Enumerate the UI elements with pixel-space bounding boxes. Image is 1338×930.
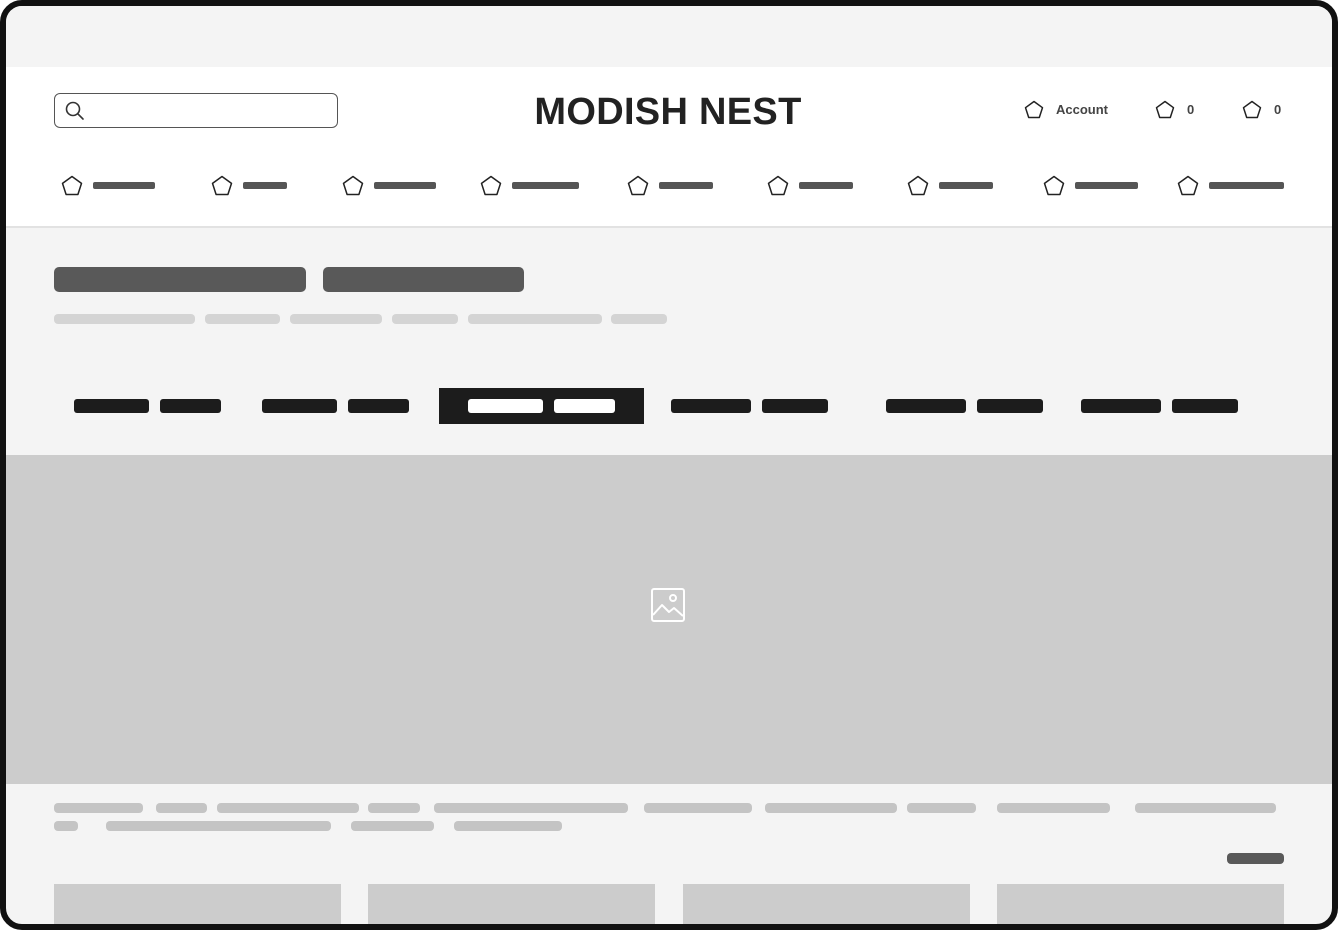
breadcrumb-item[interactable] xyxy=(205,314,280,324)
nav-label-placeholder xyxy=(93,182,155,189)
pentagon-icon xyxy=(907,175,929,196)
pentagon-icon xyxy=(480,175,502,196)
cart-icon xyxy=(1242,100,1262,119)
tab-label-placeholder xyxy=(160,399,221,413)
tab-label-placeholder xyxy=(1172,399,1238,413)
site-header: MODISH NEST Account 0 0 xyxy=(6,67,1332,228)
text-line-placeholder xyxy=(434,803,628,813)
pentagon-icon xyxy=(627,175,649,196)
text-line-placeholder xyxy=(106,821,331,831)
nav-item-1[interactable] xyxy=(61,175,155,196)
brand-logo[interactable]: MODISH NEST xyxy=(466,91,870,134)
tab-label-placeholder xyxy=(977,399,1043,413)
nav-label-placeholder xyxy=(659,182,713,189)
search-input[interactable] xyxy=(54,93,338,128)
tab-label-placeholder xyxy=(348,399,409,413)
breadcrumb-item[interactable] xyxy=(54,314,195,324)
nav-label-placeholder xyxy=(512,182,579,189)
tab-1[interactable] xyxy=(74,388,221,424)
tab-label-placeholder xyxy=(262,399,337,413)
nav-item-9[interactable] xyxy=(1177,175,1284,196)
tab-4[interactable] xyxy=(671,388,828,424)
nav-label-placeholder xyxy=(939,182,993,189)
nav-item-7[interactable] xyxy=(907,175,993,196)
pentagon-icon xyxy=(342,175,364,196)
page-title-placeholder xyxy=(54,267,306,292)
tab-label-placeholder xyxy=(671,399,751,413)
tab-5[interactable] xyxy=(886,388,1043,424)
text-line-placeholder xyxy=(907,803,976,813)
text-line-placeholder xyxy=(997,803,1110,813)
account-label: Account xyxy=(1056,102,1108,117)
wishlist-icon xyxy=(1155,100,1175,119)
text-line-placeholder xyxy=(1135,803,1276,813)
nav-item-2[interactable] xyxy=(211,175,287,196)
wishlist-link[interactable]: 0 xyxy=(1155,100,1194,119)
tab-label-placeholder xyxy=(762,399,828,413)
search-icon xyxy=(65,101,84,120)
breadcrumb-item[interactable] xyxy=(468,314,602,324)
tab-label-placeholder xyxy=(468,399,543,413)
nav-label-placeholder xyxy=(243,182,287,189)
nav-label-placeholder xyxy=(374,182,436,189)
product-card[interactable] xyxy=(683,884,970,924)
text-line-placeholder xyxy=(54,821,78,831)
account-link[interactable]: Account xyxy=(1024,100,1108,119)
text-line-placeholder xyxy=(217,803,359,813)
nav-item-4[interactable] xyxy=(480,175,579,196)
text-line-placeholder xyxy=(54,803,143,813)
nav-label-placeholder xyxy=(1209,182,1284,189)
tab-2[interactable] xyxy=(262,388,409,424)
page-title-placeholder xyxy=(323,267,524,292)
tab-label-placeholder xyxy=(1081,399,1161,413)
pentagon-icon xyxy=(1177,175,1199,196)
tab-label-placeholder xyxy=(886,399,966,413)
nav-item-3[interactable] xyxy=(342,175,436,196)
pentagon-icon xyxy=(767,175,789,196)
breadcrumb-item[interactable] xyxy=(611,314,667,324)
text-line-placeholder xyxy=(765,803,897,813)
nav-label-placeholder xyxy=(1075,182,1138,189)
top-announcement-bar xyxy=(6,6,1332,67)
cart-link[interactable]: 0 xyxy=(1242,100,1281,119)
browser-frame: MODISH NEST Account 0 0 xyxy=(0,0,1338,930)
text-line-placeholder xyxy=(454,821,562,831)
pentagon-icon xyxy=(61,175,83,196)
pentagon-icon xyxy=(211,175,233,196)
hero-image xyxy=(6,455,1332,784)
text-line-placeholder xyxy=(368,803,420,813)
product-card[interactable] xyxy=(997,884,1284,924)
tab-label-placeholder xyxy=(554,399,615,413)
product-card[interactable] xyxy=(368,884,655,924)
account-icon xyxy=(1024,100,1044,119)
text-line-placeholder xyxy=(351,821,434,831)
nav-item-6[interactable] xyxy=(767,175,853,196)
image-placeholder-icon xyxy=(651,588,685,622)
text-line-placeholder xyxy=(156,803,207,813)
tab-label-placeholder xyxy=(74,399,149,413)
breadcrumb-item[interactable] xyxy=(290,314,382,324)
nav-item-5[interactable] xyxy=(627,175,713,196)
pentagon-icon xyxy=(1043,175,1065,196)
tab-3-active[interactable] xyxy=(439,388,644,424)
nav-item-8[interactable] xyxy=(1043,175,1138,196)
breadcrumb-item[interactable] xyxy=(392,314,458,324)
cart-count: 0 xyxy=(1274,102,1282,117)
text-line-placeholder xyxy=(644,803,752,813)
nav-label-placeholder xyxy=(799,182,853,189)
read-more-link[interactable] xyxy=(1227,853,1284,864)
tab-6[interactable] xyxy=(1081,388,1238,424)
wishlist-count: 0 xyxy=(1187,102,1195,117)
product-card[interactable] xyxy=(54,884,341,924)
